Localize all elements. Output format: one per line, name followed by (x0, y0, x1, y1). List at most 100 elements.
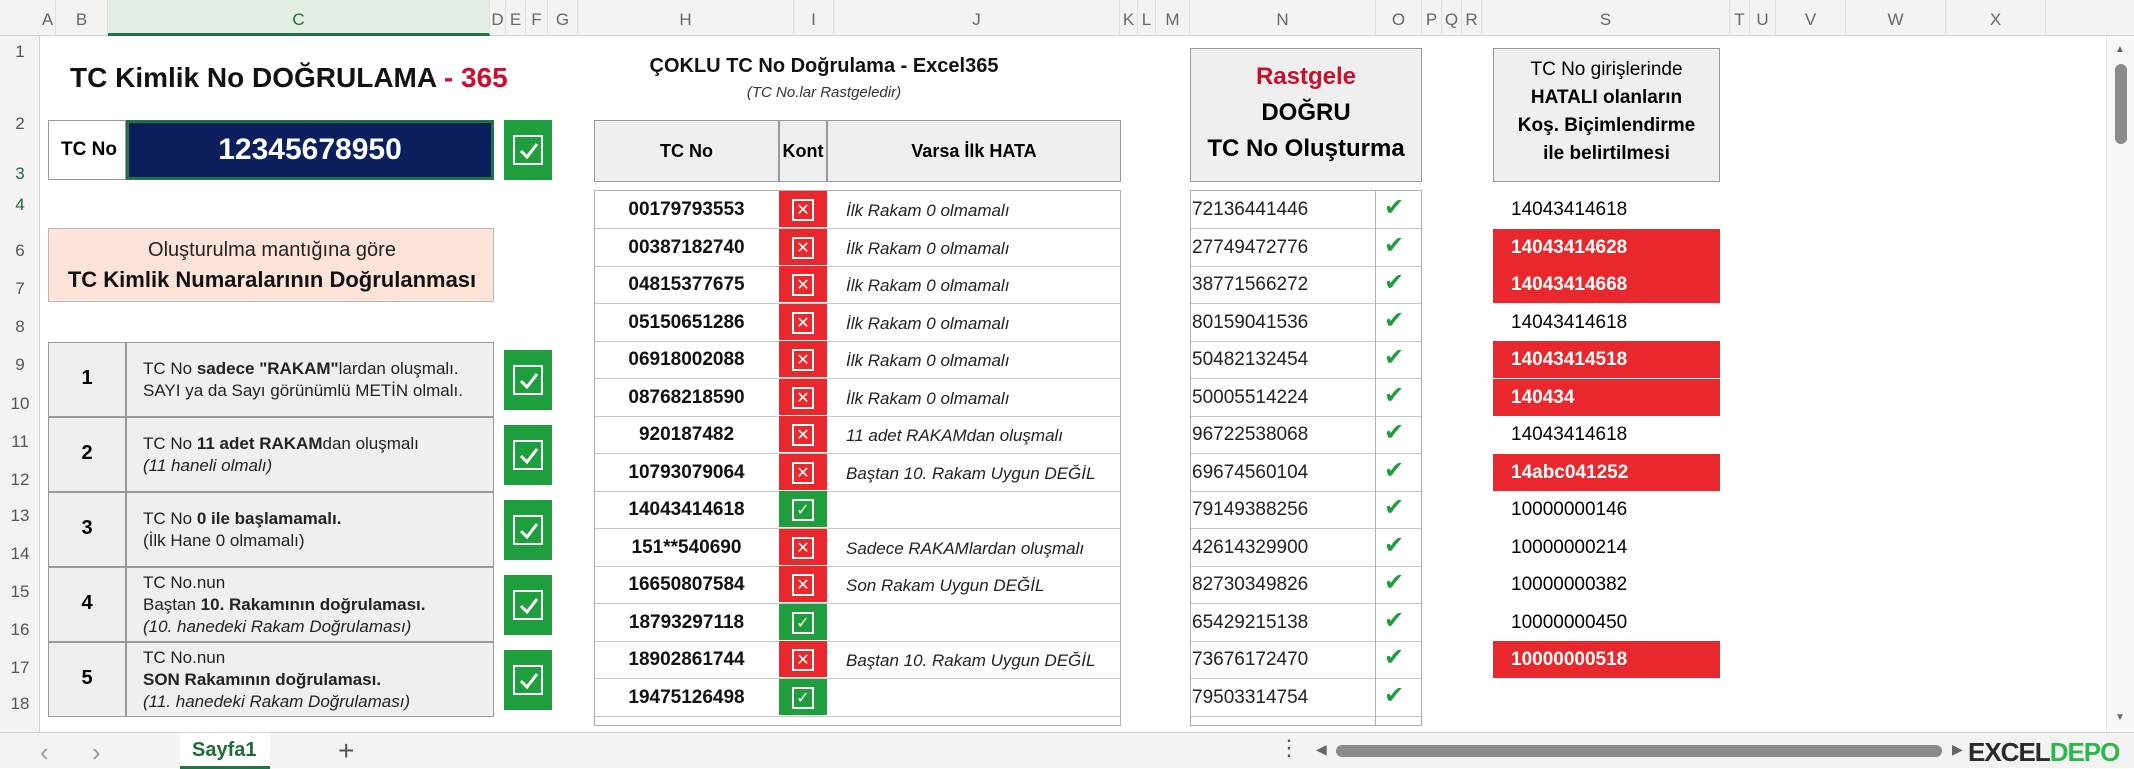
rule-text-cell: TC No 11 adet RAKAMdan oluşmalı (11 hanel… (126, 417, 494, 492)
rule-text-cell: TC No 0 ile başlamamalı. (İlk Hane 0 olma… (126, 492, 494, 567)
check-icon (513, 665, 543, 695)
rule-text-segment: (11. hanedeki Rakam Doğrulaması) (143, 691, 411, 711)
row-header-1[interactable]: 1 (0, 40, 40, 64)
column-header-n[interactable]: N (1190, 0, 1376, 36)
random-title-red: Rastgele (1255, 63, 1357, 90)
rule-valid-indicator (504, 425, 552, 485)
column-header-w[interactable]: W (1846, 0, 1946, 36)
rule-text-segment: 10. Rakamının doğrulaması. (200, 594, 426, 614)
tcno-valid-indicator (504, 120, 552, 180)
column-header-x[interactable]: X (1946, 0, 2046, 36)
column-header-v[interactable]: V (1776, 0, 1846, 36)
column-header-bar: ABCDEFGHIJKLMNOPQRSTUVWX (0, 0, 2134, 36)
rule-text-segment: 0 ile başlamamalı. (196, 508, 342, 528)
column-header-e[interactable]: E (506, 0, 526, 36)
row-header-12[interactable]: 12 (0, 462, 40, 498)
column-header-r[interactable]: R (1462, 0, 1482, 36)
column-header-i[interactable]: I (794, 0, 834, 36)
row-header-9[interactable]: 9 (0, 350, 40, 380)
next-sheet-icon[interactable]: › (92, 737, 114, 767)
rule-number-cell: 5 (48, 642, 126, 717)
scroll-thumb[interactable] (2115, 64, 2127, 144)
row-header-6[interactable]: 6 (0, 236, 40, 266)
row-header-11[interactable]: 11 (0, 424, 40, 460)
sheet-tab[interactable]: Sayfa1 (180, 733, 270, 769)
column-header-t[interactable]: T (1730, 0, 1750, 36)
row-header-8[interactable]: 8 (0, 312, 40, 342)
row-header-2[interactable]: 2 (0, 88, 40, 160)
row-header-14[interactable]: 14 (0, 536, 40, 572)
more-options-icon[interactable]: ⋮ (1278, 735, 1300, 765)
tcno-input-cell[interactable]: 12345678950 (126, 120, 494, 180)
rule-line: TC No 11 adet RAKAMdan oluşmalı (143, 434, 419, 454)
row-header-7[interactable]: 7 (0, 274, 40, 304)
row-header-10[interactable]: 10 (0, 386, 40, 422)
random-title-line2: DOĞRU (1261, 99, 1351, 126)
multi-title: ÇOKLU TC No Doğrulama - Excel365 (649, 55, 999, 77)
column-header-j[interactable]: J (834, 0, 1120, 36)
logic-line1: Oluşturulma mantığına göre (148, 239, 396, 261)
column-header-h[interactable]: H (578, 0, 794, 36)
column-header-s[interactable]: S (1482, 0, 1730, 36)
horizontal-scroll-thumb[interactable] (1336, 745, 1942, 757)
rule-text-cell: TC No sadece "RAKAM"lardan oluşmalı. SAYI… (126, 342, 494, 417)
scroll-down-icon[interactable]: ▼ (2115, 712, 2127, 723)
check-icon (513, 135, 543, 165)
row-header-16[interactable]: 16 (0, 612, 40, 648)
row-header-15[interactable]: 15 (0, 574, 40, 610)
row-header-18[interactable]: 18 (0, 686, 40, 722)
add-sheet-icon[interactable]: + (338, 733, 364, 769)
column-header-u[interactable]: U (1750, 0, 1776, 36)
column-header-o[interactable]: O (1376, 0, 1422, 36)
scroll-up-icon[interactable]: ▲ (2115, 44, 2127, 55)
scroll-left-icon[interactable]: ◀ (1316, 741, 1328, 761)
column-header-l[interactable]: L (1138, 0, 1156, 36)
format-value: 14043414628 (1511, 236, 1628, 258)
column-header-k[interactable]: K (1120, 0, 1138, 36)
format-value: 14043414518 (1511, 349, 1628, 370)
scroll-right-icon[interactable]: ▶ (1952, 741, 1964, 761)
rule-text-segment: TC No (143, 433, 197, 453)
format-cell: 10000000382 (1493, 566, 1720, 603)
row-header-13[interactable]: 13 (0, 498, 40, 534)
rule-text-segment: 11 adet RAKAM (196, 433, 323, 453)
column-header-p[interactable]: P (1422, 0, 1442, 36)
column-header-q[interactable]: Q (1442, 0, 1462, 36)
rule-valid-indicator (504, 650, 552, 710)
check-icon (513, 440, 543, 470)
rule-text-cell: TC No.nun Baştan 10. Rakamının doğrulamas… (126, 567, 494, 642)
rule-number-cell: 3 (48, 492, 126, 567)
column-header-b[interactable]: B (56, 0, 108, 36)
column-header-d[interactable]: D (490, 0, 506, 36)
format-header: TC No girişlerinde HATALI olanların Koş.… (1493, 48, 1720, 182)
row-header-4[interactable]: 4 (0, 188, 40, 222)
tcno-label-cell: TC No (48, 120, 126, 180)
column-header-m[interactable]: M (1156, 0, 1190, 36)
format-cell: 140434 (1493, 378, 1720, 416)
format-cell: 10000000518 (1493, 641, 1720, 678)
format-value: 14043414618 (1511, 311, 1628, 333)
rule-line: SAYI ya da Sayı görünümlü METİN olmalı. (143, 381, 463, 401)
format-value: 10000000518 (1511, 649, 1628, 670)
column-header-a[interactable]: A (40, 0, 56, 36)
rule-number: 1 (81, 367, 93, 389)
row-header-17[interactable]: 17 (0, 650, 40, 686)
rule-text-segment: TC No (143, 358, 197, 378)
rule-line: Baştan 10. Rakamının doğrulaması. (143, 595, 426, 615)
rule-line: TC No sadece "RAKAM"lardan oluşmalı. (143, 359, 459, 379)
random-table-border (1190, 190, 1422, 726)
format-cell: 10000000214 (1493, 529, 1720, 566)
rule-number: 4 (81, 592, 93, 614)
row-header-3[interactable]: 3 (0, 160, 40, 188)
format-cell: 10000000450 (1493, 604, 1720, 641)
column-header-f[interactable]: F (526, 0, 548, 36)
rule-line: TC No.nun (143, 573, 225, 593)
prev-sheet-icon[interactable]: ‹ (40, 737, 62, 767)
rule-line: TC No 0 ile başlamamalı. (143, 509, 341, 529)
column-header-g[interactable]: G (548, 0, 578, 36)
random-title-line3: TC No Oluşturma (1207, 135, 1405, 162)
vertical-scrollbar[interactable]: ▲ ▼ (2106, 36, 2134, 732)
column-header-c[interactable]: C (108, 0, 490, 36)
rule-text-segment: sadece "RAKAM" (196, 358, 339, 378)
format-cell: 14043414618 (1493, 416, 1720, 453)
